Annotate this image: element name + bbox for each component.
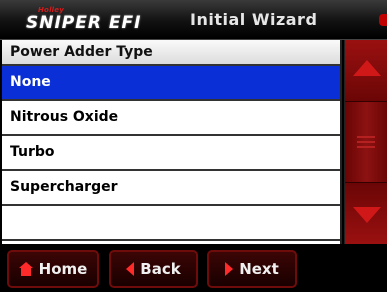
- home-button[interactable]: Home: [7, 250, 99, 288]
- next-button-label: Next: [239, 260, 279, 278]
- sniper-efi-logo: Holley SNIPER EFI: [26, 6, 176, 36]
- status-indicator: [379, 14, 387, 26]
- next-button[interactable]: Next: [207, 250, 297, 288]
- list-item-supercharger[interactable]: Supercharger: [2, 171, 340, 206]
- list-item-none[interactable]: None: [2, 66, 340, 101]
- footer-bar: Home Back Next: [0, 246, 387, 292]
- grip-line: [357, 146, 375, 148]
- scroll-up-arrow-icon[interactable]: [345, 40, 387, 102]
- home-button-label: Home: [38, 260, 88, 278]
- back-button-label: Back: [140, 260, 181, 278]
- list-scrollbar[interactable]: [344, 40, 387, 244]
- back-button[interactable]: Back: [109, 250, 198, 288]
- logo-product: SNIPER EFI: [26, 13, 142, 33]
- list-heading: Power Adder Type: [2, 40, 340, 66]
- list-item-turbo[interactable]: Turbo: [2, 136, 340, 171]
- header-bar: Holley SNIPER EFI Initial Wizard: [0, 0, 387, 40]
- next-arrow-icon: [225, 262, 234, 276]
- list-item-empty[interactable]: [2, 206, 340, 241]
- scroll-down-arrow-icon[interactable]: [345, 182, 387, 244]
- home-icon: [18, 262, 33, 276]
- back-arrow-icon: [126, 262, 135, 276]
- scroll-thumb[interactable]: [345, 102, 387, 182]
- list-item-nitrous-oxide[interactable]: Nitrous Oxide: [2, 101, 340, 136]
- page-title: Initial Wizard: [190, 10, 318, 29]
- grip-line: [357, 136, 375, 138]
- grip-line: [357, 141, 375, 143]
- power-adder-list: Power Adder Type None Nitrous Oxide Turb…: [2, 40, 342, 244]
